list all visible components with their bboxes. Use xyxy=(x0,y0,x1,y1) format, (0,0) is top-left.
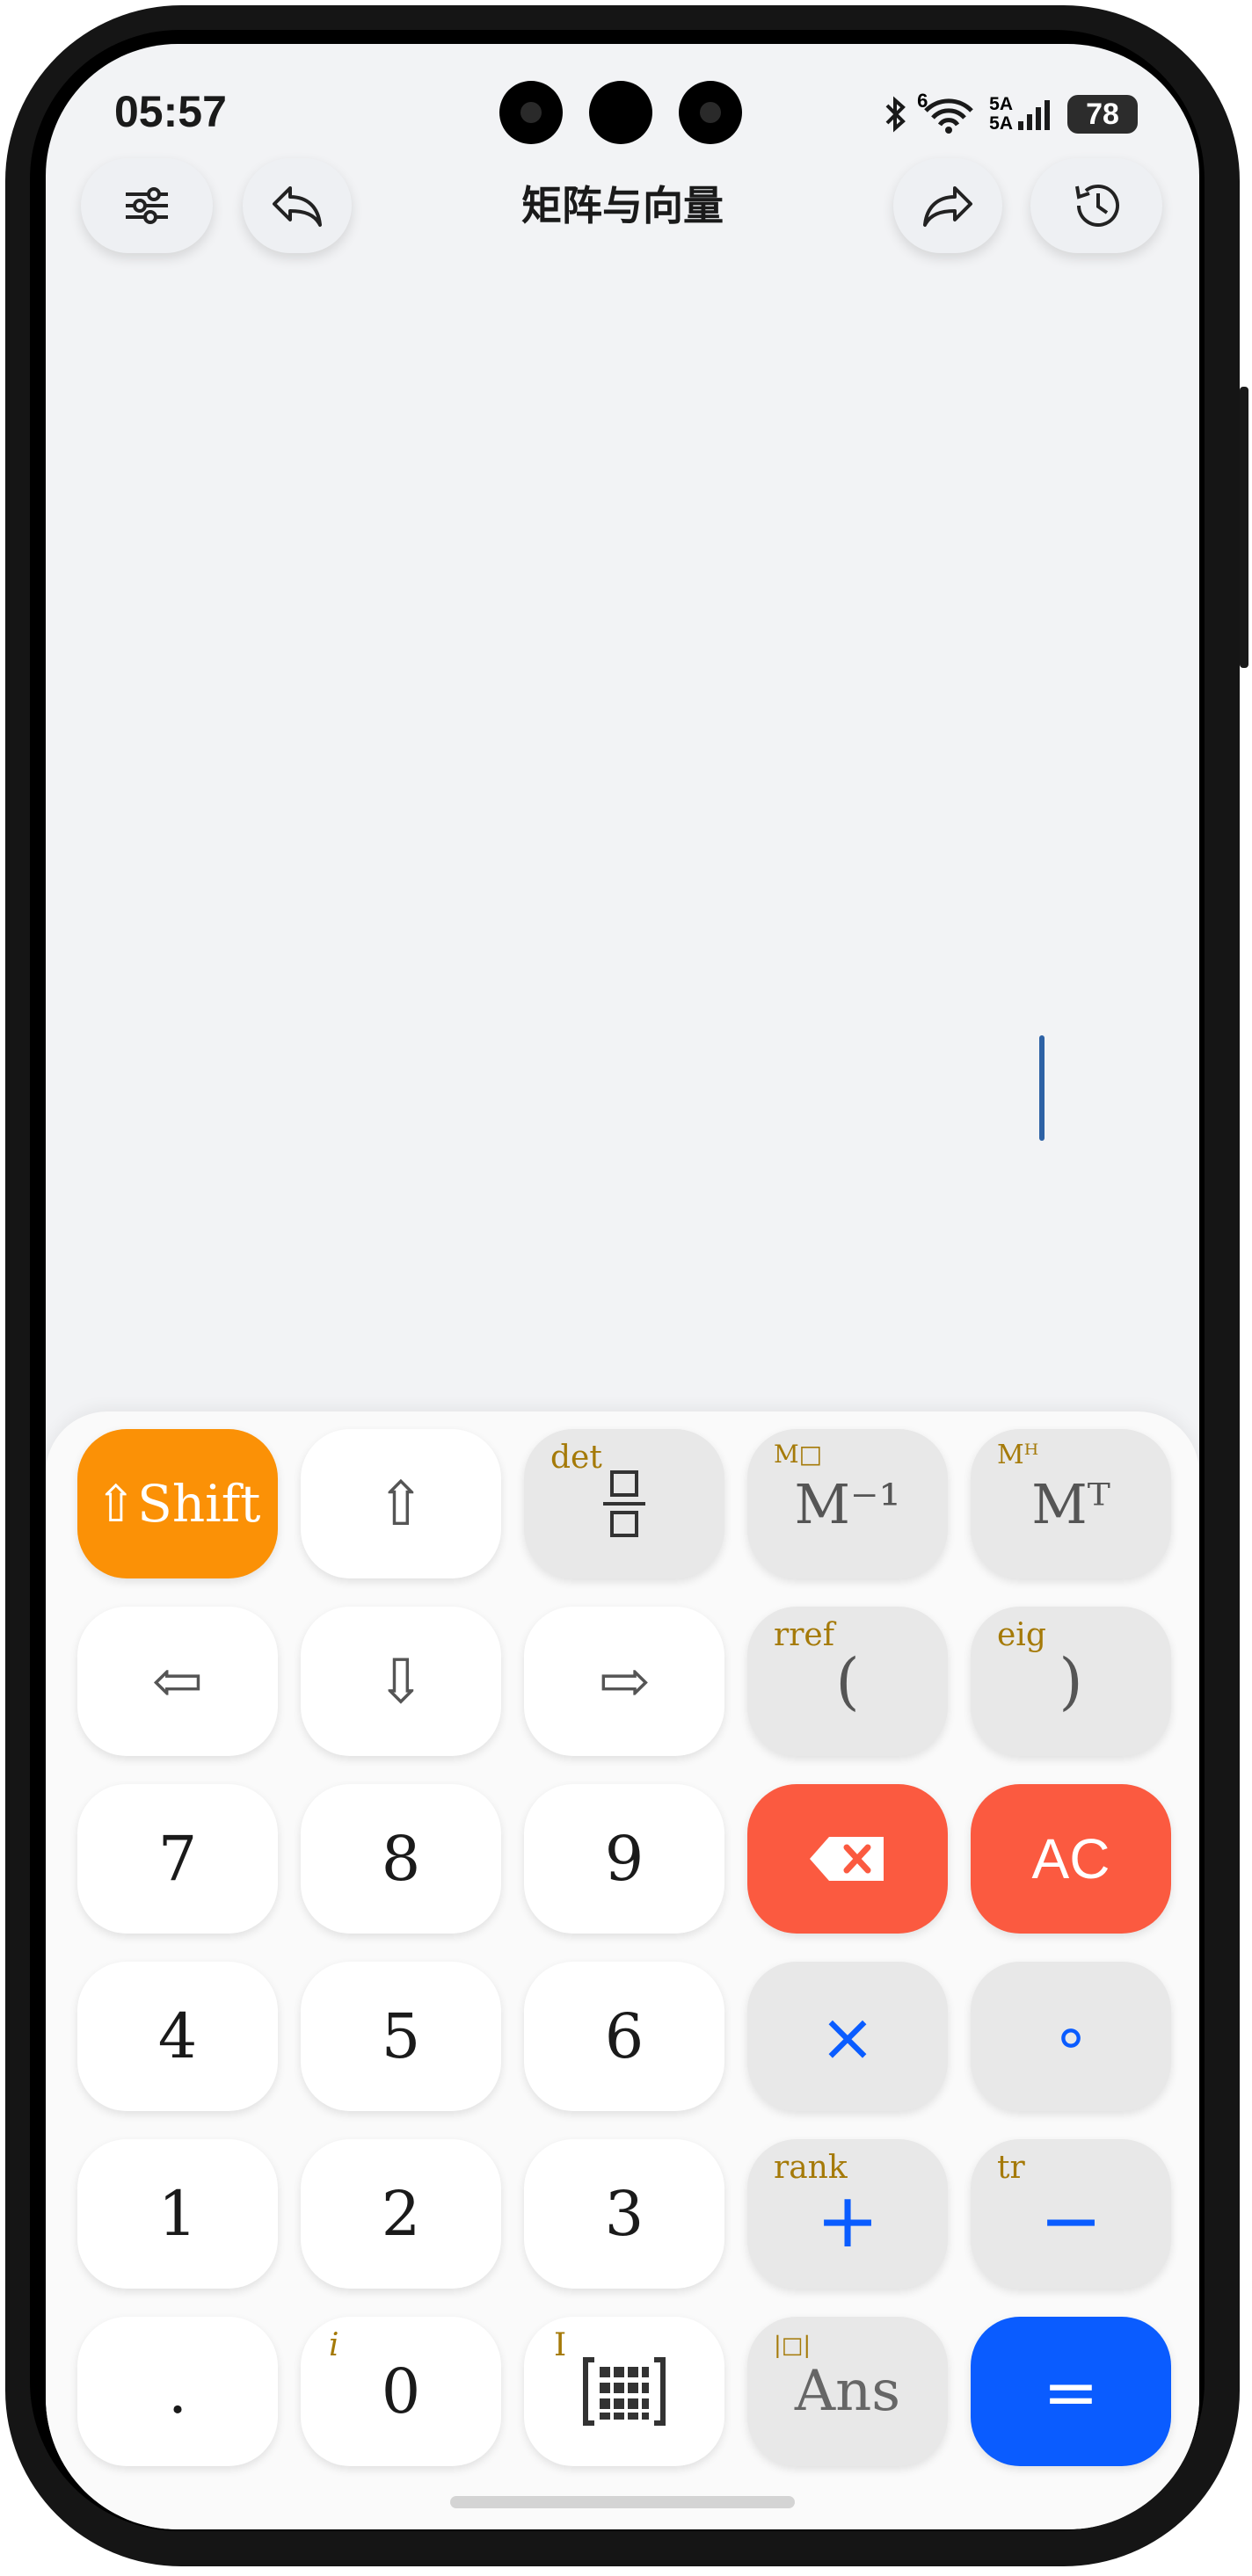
redo-icon xyxy=(920,181,976,230)
cursor-right-key[interactable]: ⇨ xyxy=(524,1607,724,1756)
digit-7-key[interactable]: 7 xyxy=(77,1784,278,1934)
digit-label: 6 xyxy=(604,2000,644,2072)
digit-label: 4 xyxy=(157,2000,198,2072)
eig-label: eig xyxy=(997,1617,1046,1653)
digit-label: 9 xyxy=(604,1823,644,1895)
camera-icon xyxy=(679,81,742,144)
identity-label: I xyxy=(554,2327,567,2363)
volume-button xyxy=(1240,387,1248,668)
trace-label: tr xyxy=(997,2150,1025,2186)
digit-label: 2 xyxy=(381,2178,421,2250)
multiply-label: × xyxy=(819,1997,876,2076)
matrix-icon xyxy=(582,2356,666,2427)
ac-label: AC xyxy=(1031,1827,1110,1890)
plus-label: + xyxy=(815,2177,880,2265)
digit-label: 1 xyxy=(157,2178,198,2250)
digit-2-key[interactable]: 2 xyxy=(301,2139,501,2289)
redo-button[interactable] xyxy=(893,158,1002,253)
open-paren-key[interactable]: rref ( xyxy=(747,1607,948,1756)
status-time: 05:57 xyxy=(114,87,227,136)
open-paren-label: ( xyxy=(835,1645,860,1717)
arrow-up-icon: ⇧ xyxy=(375,1468,427,1540)
transpose-label: Mᵀ xyxy=(1031,1471,1110,1536)
imaginary-label: i xyxy=(329,2327,339,2363)
keypad: ⇧Shift ⇧ det M□ M⁻¹ Mᴴ Mᵀ ⇦ ⇩ ⇨ rref (e… xyxy=(46,1411,1199,2529)
minus-key[interactable]: tr − xyxy=(971,2139,1171,2289)
digit-3-key[interactable]: 3 xyxy=(524,2139,724,2289)
digit-label: 8 xyxy=(381,1823,421,1895)
text-cursor[interactable] xyxy=(1039,1035,1045,1141)
close-paren-key[interactable]: eig ) xyxy=(971,1607,1171,1756)
history-button[interactable] xyxy=(1030,158,1162,253)
digit-label: 0 xyxy=(381,2355,421,2427)
equals-label: = xyxy=(1043,2352,1099,2431)
matrix-key[interactable]: I xyxy=(524,2317,724,2466)
digit-5-key[interactable]: 5 xyxy=(301,1962,501,2111)
network-label-2: 5A xyxy=(989,113,1013,134)
digit-9-key[interactable]: 9 xyxy=(524,1784,724,1934)
arrow-right-icon: ⇨ xyxy=(598,1645,651,1717)
shift-key[interactable]: ⇧Shift xyxy=(77,1429,278,1578)
digit-label: 3 xyxy=(604,2178,644,2250)
page-title: 矩阵与向量 xyxy=(521,183,724,229)
status-icons: 6 5A 5A 78 xyxy=(882,90,1138,139)
signal-bars-icon xyxy=(1018,100,1050,130)
digit-1-key[interactable]: 1 xyxy=(77,2139,278,2289)
plus-key[interactable]: rank + xyxy=(747,2139,948,2289)
wifi-icon: 6 xyxy=(917,90,977,134)
rank-label: rank xyxy=(774,2150,848,2186)
arrow-left-icon: ⇦ xyxy=(151,1645,204,1717)
inverse-key[interactable]: M□ M⁻¹ xyxy=(747,1429,948,1578)
decimal-point-key[interactable]: . xyxy=(77,2317,278,2466)
backspace-icon xyxy=(808,1835,887,1883)
minus-label: − xyxy=(1038,2177,1103,2265)
bluetooth-icon xyxy=(882,95,908,134)
inverse-label: M⁻¹ xyxy=(794,1471,901,1536)
cursor-down-key[interactable]: ⇩ xyxy=(301,1607,501,1756)
determinant-abs-label: |□| xyxy=(774,2333,812,2359)
det-label: det xyxy=(550,1440,602,1476)
multiply-key[interactable]: × xyxy=(747,1962,948,2111)
ans-label: Ans xyxy=(794,2359,901,2424)
digit-0-key[interactable]: i 0 xyxy=(301,2317,501,2466)
equals-key[interactable]: = xyxy=(971,2317,1171,2466)
cursor-up-key[interactable]: ⇧ xyxy=(301,1429,501,1578)
cellular-signal: 5A 5A xyxy=(989,95,1055,134)
wifi-label: 6 xyxy=(917,90,928,112)
close-paren-label: ) xyxy=(1059,1645,1083,1717)
decimal-label: . xyxy=(167,2355,188,2427)
history-icon xyxy=(1068,179,1125,232)
digit-8-key[interactable]: 8 xyxy=(301,1784,501,1934)
battery-indicator: 78 xyxy=(1067,95,1138,134)
conjugate-transpose-label: Mᴴ xyxy=(997,1440,1039,1470)
rref-label: rref xyxy=(774,1617,835,1653)
transpose-key[interactable]: Mᴴ Mᵀ xyxy=(971,1429,1171,1578)
network-label-1: 5A xyxy=(989,94,1013,114)
digit-label: 5 xyxy=(381,2000,421,2072)
backspace-key[interactable] xyxy=(747,1784,948,1934)
camera-icon xyxy=(589,81,652,144)
digit-6-key[interactable]: 6 xyxy=(524,1962,724,2111)
cursor-left-key[interactable]: ⇦ xyxy=(77,1607,278,1756)
compose-label: ∘ xyxy=(1052,2000,1090,2072)
fraction-icon xyxy=(598,1467,651,1541)
camera-icon xyxy=(499,81,563,144)
compose-key[interactable]: ∘ xyxy=(971,1962,1171,2111)
arrow-down-icon: ⇩ xyxy=(375,1645,427,1717)
answer-key[interactable]: |□| Ans xyxy=(747,2317,948,2466)
screen: 05:57 6 5A 5A 78 矩阵与向量 ⇧Shift ⇧ det M□ M… xyxy=(46,44,1199,2529)
fraction-key[interactable]: det xyxy=(524,1429,724,1578)
shift-label: ⇧Shift xyxy=(94,1474,261,1534)
digit-4-key[interactable]: 4 xyxy=(77,1962,278,2111)
all-clear-key[interactable]: AC xyxy=(971,1784,1171,1934)
digit-label: 7 xyxy=(157,1823,198,1895)
power-label: M□ xyxy=(774,1440,823,1469)
home-indicator[interactable] xyxy=(450,2496,795,2508)
